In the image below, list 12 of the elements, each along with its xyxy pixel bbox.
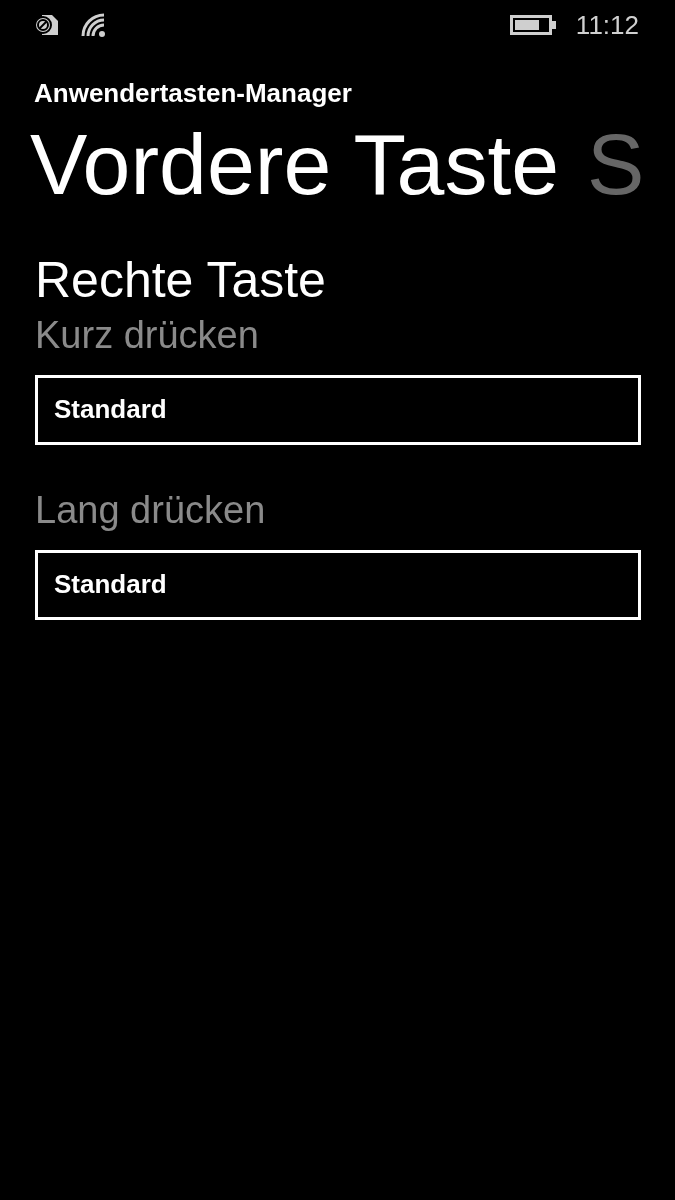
dropdown-field[interactable]: Standard: [35, 374, 641, 445]
wifi-icon: [80, 12, 108, 38]
sim-icon: [34, 13, 60, 37]
section-title: Rechte Taste: [35, 250, 326, 310]
pivot-header[interactable]: S: [587, 117, 645, 212]
app-title: Anwendertasten-Manager: [34, 78, 352, 109]
dropdown-field[interactable]: Standard: [35, 549, 641, 620]
setting-label: Kurz drücken: [35, 313, 259, 357]
clock: 11:12: [575, 9, 639, 41]
setting-label: Lang drücken: [35, 488, 266, 532]
battery-icon: [509, 15, 556, 35]
pivot-header[interactable]: Vordere Taste: [30, 117, 560, 212]
